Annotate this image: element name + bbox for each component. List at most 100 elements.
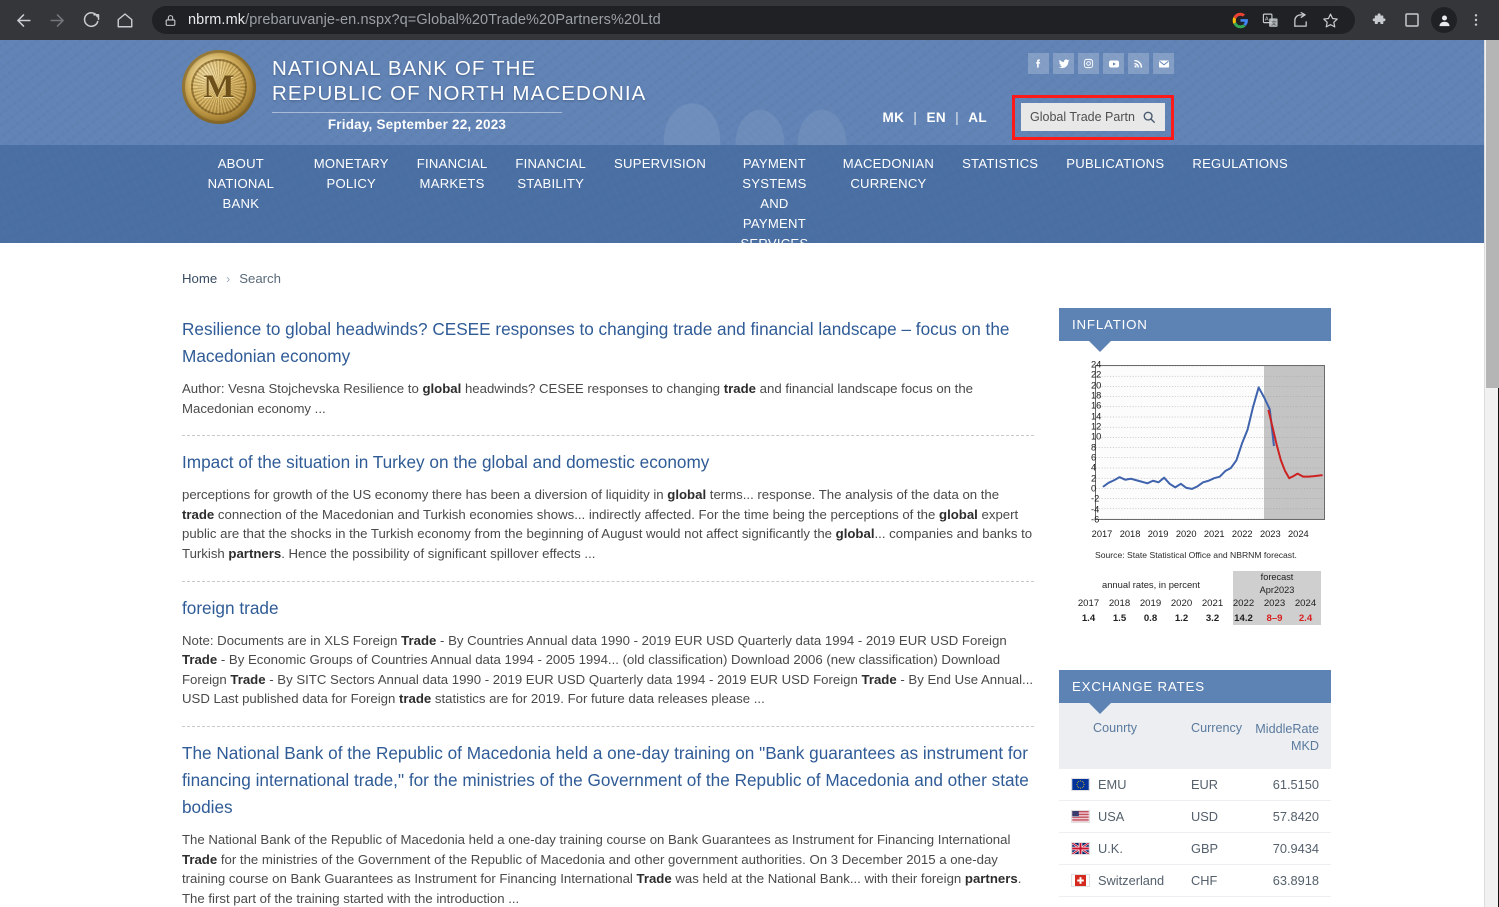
- result-snippet: Note: Documents are in XLS Foreign Trade…: [182, 632, 1034, 707]
- uk-flag: [1071, 842, 1090, 855]
- browser-toolbar: nbrm.mk/prebaruvanje-en.nspx?q=Global%20…: [0, 0, 1499, 40]
- nav-item-financial-markets[interactable]: FINANCIAL MARKETS: [403, 154, 502, 194]
- home-button[interactable]: [108, 3, 142, 37]
- scrollbar-thumb[interactable]: [1486, 40, 1499, 388]
- fx-rate-cell: 57.8420: [1272, 809, 1319, 824]
- ch-flag: [1071, 874, 1090, 887]
- chart-x-tick: 2023: [1259, 529, 1281, 539]
- breadcrumb-separator: ›: [226, 271, 231, 286]
- address-bar[interactable]: nbrm.mk/prebaruvanje-en.nspx?q=Global%20…: [152, 6, 1355, 34]
- breadcrumb-home[interactable]: Home: [182, 271, 217, 286]
- page-viewport: M NATIONAL BANK OF THE REPUBLIC OF NORTH…: [0, 40, 1499, 907]
- inflation-widget-header: INFLATION: [1059, 308, 1331, 352]
- chart-y-tick: 2: [1091, 473, 1097, 484]
- search-icon[interactable]: [1142, 110, 1156, 124]
- share-icon[interactable]: [1287, 7, 1313, 33]
- sidebar: INFLATION 24 2: [1059, 243, 1331, 907]
- facebook-icon[interactable]: [1028, 53, 1049, 74]
- reload-button[interactable]: [74, 3, 108, 37]
- result-title-link[interactable]: foreign trade: [182, 595, 1034, 622]
- fx-currency-cell: EUR: [1191, 777, 1219, 792]
- forecast-label: forecast Apr2023: [1235, 571, 1319, 597]
- inflation-value: 8–9: [1266, 613, 1283, 624]
- chart-y-tick: 8: [1091, 442, 1097, 453]
- fx-country-cell: Switzerland: [1071, 873, 1191, 888]
- bookmark-star-icon[interactable]: [1317, 7, 1343, 33]
- fx-country-label: USA: [1098, 809, 1125, 824]
- social-links: [1028, 53, 1174, 74]
- fx-currency-cell: GBP: [1191, 841, 1219, 856]
- search-box[interactable]: [1021, 103, 1165, 131]
- nav-item-financial-stability[interactable]: FINANCIAL STABILITY: [501, 154, 600, 194]
- twitter-icon[interactable]: [1053, 53, 1074, 74]
- inflation-widget: INFLATION 24 2: [1059, 308, 1331, 642]
- breadcrumb: Home › Search: [182, 271, 1034, 286]
- column-header-country: Counrty: [1093, 721, 1138, 735]
- nav-item-payment-systems[interactable]: PAYMENT SYSTEMS AND PAYMENT SERVICES: [720, 154, 829, 243]
- nav-item-supervision[interactable]: SUPERVISION: [600, 154, 720, 174]
- main-navigation: ABOUT NATIONAL BANK MONETARY POLICY FINA…: [0, 145, 1484, 243]
- email-icon[interactable]: [1153, 53, 1174, 74]
- nav-item-publications[interactable]: PUBLICATIONS: [1052, 154, 1178, 174]
- google-icon[interactable]: [1227, 7, 1253, 33]
- result-snippet: Author: Vesna Stojchevska Resilience to …: [182, 381, 974, 416]
- result-title-link[interactable]: Impact of the situation in Turkey on the…: [182, 449, 1034, 476]
- translate-icon[interactable]: A文: [1257, 7, 1283, 33]
- nav-item-about-national-bank[interactable]: ABOUT NATIONAL BANK: [182, 154, 300, 214]
- inflation-value: 3.2: [1205, 613, 1220, 624]
- inflation-value: 0.8: [1143, 613, 1158, 624]
- lang-mk[interactable]: MK: [873, 110, 913, 125]
- exchange-rate-row: U.K. GBP 70.9434: [1059, 833, 1331, 865]
- nav-item-monetary-policy[interactable]: MONETARY POLICY: [300, 154, 403, 194]
- profile-avatar-icon[interactable]: [1429, 5, 1459, 35]
- search-input[interactable]: [1030, 110, 1142, 124]
- site-logo[interactable]: M NATIONAL BANK OF THE REPUBLIC OF NORTH…: [182, 50, 646, 132]
- nav-item-macedonian-currency[interactable]: MACEDONIAN CURRENCY: [829, 154, 948, 194]
- nav-item-regulations[interactable]: REGULATIONS: [1178, 154, 1302, 174]
- chrome-menu-icon[interactable]: [1461, 5, 1491, 35]
- lock-icon: [164, 14, 177, 27]
- chart-x-tick: 2019: [1147, 529, 1169, 539]
- nav-items: ABOUT NATIONAL BANK MONETARY POLICY FINA…: [162, 145, 1322, 243]
- bank-name-line-1: NATIONAL BANK OF THE: [272, 57, 537, 80]
- search-result-item: Resilience to global headwinds? CESEE re…: [182, 286, 1034, 437]
- current-date: Friday, September 22, 2023: [327, 117, 507, 132]
- fx-currency-cell: USD: [1191, 809, 1219, 824]
- exchange-rates-title: EXCHANGE RATES: [1072, 679, 1205, 694]
- youtube-icon[interactable]: [1103, 53, 1124, 74]
- side-panel-icon[interactable]: [1397, 5, 1427, 35]
- forecast-label-line1: forecast: [1260, 572, 1294, 582]
- page-scrollbar[interactable]: [1484, 40, 1499, 907]
- result-snippet: The National Bank of the Republic of Mac…: [182, 831, 1022, 906]
- inflation-year: 2017: [1077, 598, 1100, 609]
- fx-currency-cell: CHF: [1191, 873, 1218, 888]
- fx-country-cell: USA: [1071, 809, 1191, 824]
- chart-x-tick: 2020: [1175, 529, 1197, 539]
- chart-x-tick: 2018: [1119, 529, 1141, 539]
- column-header-rate-line2: MKD: [1291, 739, 1319, 753]
- us-flag: [1071, 810, 1090, 823]
- search-results-column: Home › Search Resilience to global headw…: [182, 243, 1034, 907]
- exchange-rate-row: EMU EUR 61.5150: [1059, 769, 1331, 801]
- fx-rate-cell: 70.9434: [1272, 841, 1319, 856]
- forward-button[interactable]: [40, 3, 74, 37]
- lang-al[interactable]: AL: [959, 110, 996, 125]
- instagram-icon[interactable]: [1078, 53, 1099, 74]
- extensions-puzzle-icon[interactable]: [1365, 5, 1395, 35]
- inflation-widget-title: INFLATION: [1072, 317, 1148, 332]
- rss-icon[interactable]: [1128, 53, 1149, 74]
- chart-y-tick: 10: [1091, 432, 1101, 442]
- eu-flag: [1071, 778, 1090, 791]
- chart-plot-area: [1095, 365, 1325, 520]
- chart-y-tick: 20: [1091, 380, 1101, 390]
- nav-item-statistics[interactable]: STATISTICS: [948, 154, 1052, 174]
- result-title-link[interactable]: The National Bank of the Republic of Mac…: [182, 740, 1034, 821]
- column-header-currency: Currency: [1191, 721, 1243, 735]
- chart-y-tick: 0: [1091, 483, 1097, 494]
- back-button[interactable]: [6, 3, 40, 37]
- lang-en[interactable]: EN: [917, 110, 955, 125]
- exchange-rates-header: EXCHANGE RATES: [1059, 670, 1331, 714]
- fx-country-label: U.K.: [1098, 841, 1123, 856]
- result-title-link[interactable]: Resilience to global headwinds? CESEE re…: [182, 316, 1034, 370]
- exchange-rates-more-link[interactable]: More: [1059, 897, 1331, 907]
